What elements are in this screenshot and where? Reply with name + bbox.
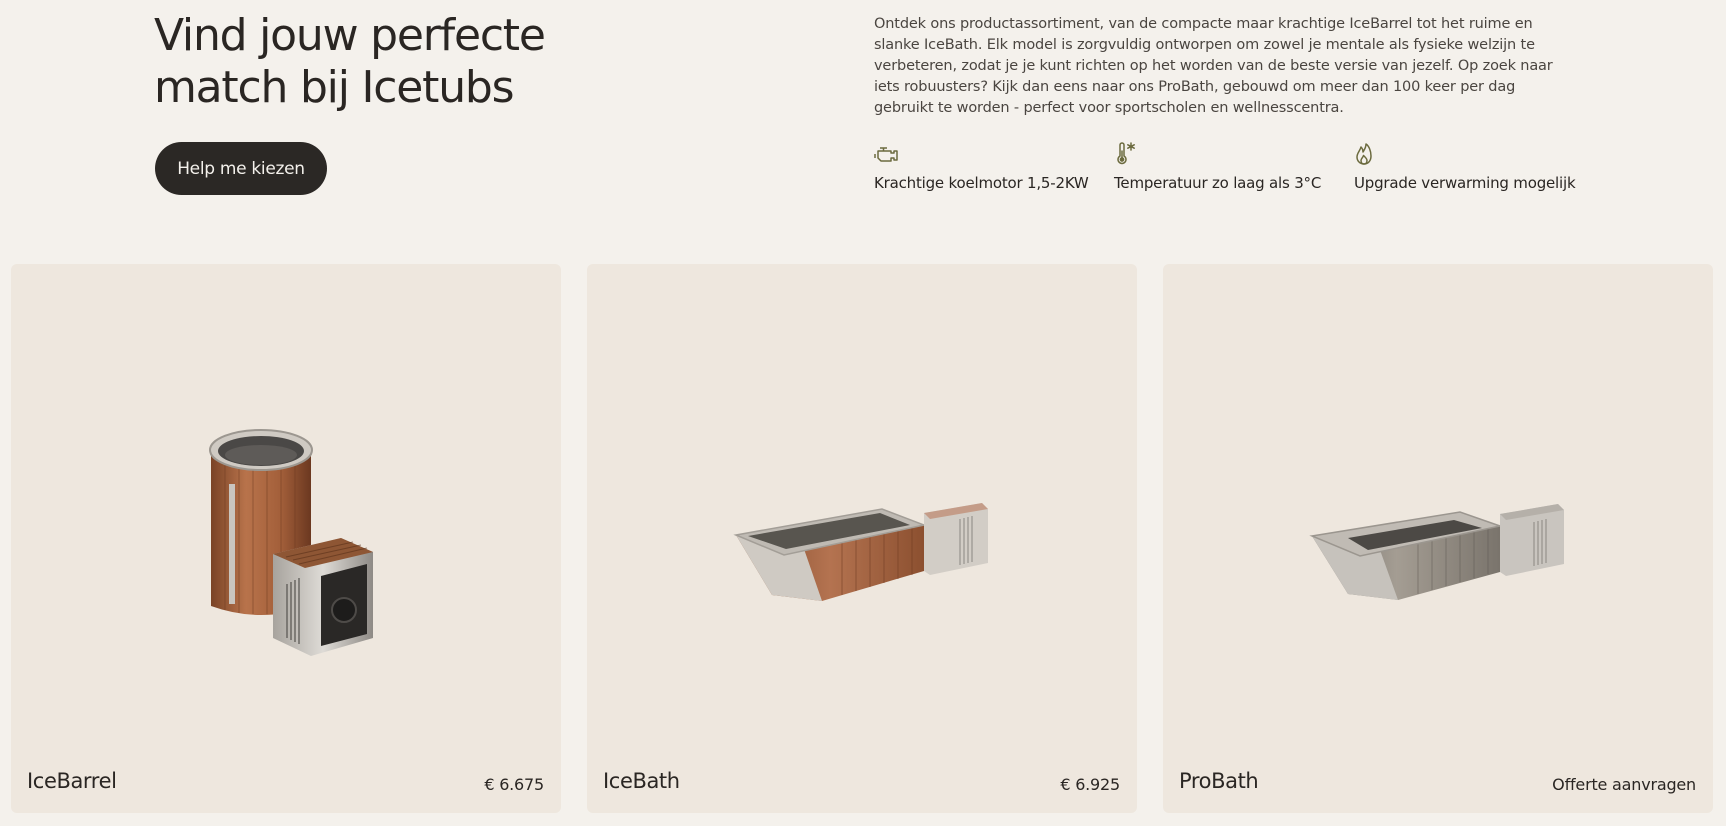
intro-description: Ontdek ons productassortiment, van de co… — [874, 16, 1553, 116]
engine-icon — [874, 147, 898, 162]
product-card-icebath[interactable]: IceBath € 6.925 — [587, 264, 1137, 813]
icebarrel-image — [209, 429, 373, 656]
thermometer-snowflake-icon — [1117, 142, 1135, 165]
page-title: Vind jouw perfecte match bij Icetubs — [154, 10, 546, 113]
icebath-image — [733, 503, 988, 601]
probath-image — [1309, 504, 1564, 600]
feature-label: Krachtige koelmotor 1,5-2KW — [874, 174, 1089, 192]
feature-label: Upgrade verwarming mogelijk — [1354, 174, 1576, 192]
feature-temperature: Temperatuur zo laag als 3°C — [1114, 142, 1321, 192]
product-name: ProBath — [1179, 769, 1259, 793]
product-name: IceBath — [603, 769, 680, 793]
product-price: € 6.675 — [484, 775, 544, 794]
feature-heating: Upgrade verwarming mogelijk — [1354, 142, 1576, 192]
product-card-probath[interactable]: ProBath Offerte aanvragen — [1163, 264, 1713, 813]
help-me-choose-button[interactable]: Help me kiezen — [155, 142, 327, 195]
product-price: € 6.925 — [1060, 775, 1120, 794]
product-name: IceBarrel — [27, 769, 117, 793]
product-card-icebarrel[interactable]: IceBarrel € 6.675 — [11, 264, 561, 813]
flame-icon — [1356, 143, 1372, 165]
request-quote-link[interactable]: Offerte aanvragen — [1552, 775, 1696, 794]
feature-cooling-motor: Krachtige koelmotor 1,5-2KW — [874, 142, 1089, 192]
feature-label: Temperatuur zo laag als 3°C — [1114, 174, 1322, 192]
